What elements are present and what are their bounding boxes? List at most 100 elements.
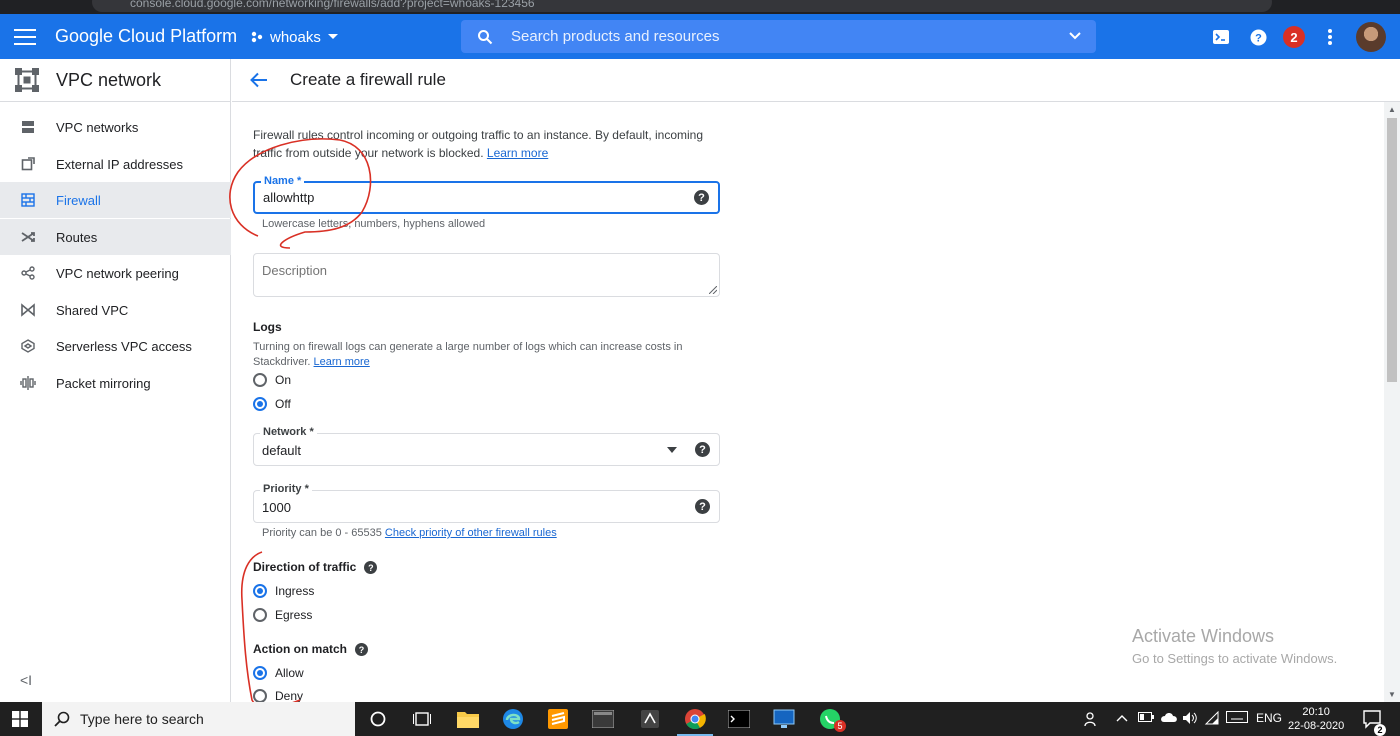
priority-help-icon[interactable]: ? <box>695 499 710 514</box>
sidebar-item-vpc-peering[interactable]: VPC network peering <box>0 255 231 291</box>
network-help-icon[interactable]: ? <box>695 442 710 457</box>
search-input[interactable] <box>511 28 1051 45</box>
name-label: Name * <box>261 175 305 187</box>
action-help-icon[interactable]: ? <box>355 643 369 657</box>
onedrive-icon[interactable] <box>1160 711 1178 726</box>
radio-circle <box>253 373 267 387</box>
allow-radio[interactable]: Allow <box>253 666 304 680</box>
direction-help-icon[interactable]: ? <box>364 561 378 575</box>
windows-start-icon[interactable] <box>12 711 28 727</box>
dark-app-icon[interactable] <box>638 708 662 730</box>
watermark-title: Activate Windows <box>1132 626 1275 646</box>
radio-circle <box>253 689 267 703</box>
edge-browser-icon[interactable] <box>501 708 525 730</box>
volume-icon[interactable] <box>1182 711 1198 728</box>
watermark-subtitle: Go to Settings to activate Windows. <box>1132 651 1338 666</box>
dropdown-arrow-icon[interactable] <box>667 447 677 453</box>
logs-heading: Logs <box>253 320 282 334</box>
command-prompt-icon[interactable] <box>727 708 751 730</box>
check-priority-link[interactable]: Check priority of other firewall rules <box>385 527 557 539</box>
taskbar-search[interactable]: Type here to search <box>42 702 355 736</box>
search-icon <box>54 711 70 727</box>
sidebar-item-routes[interactable]: Routes <box>0 219 231 255</box>
search-icon <box>478 29 493 44</box>
battery-icon[interactable] <box>1138 711 1154 725</box>
notifications-button[interactable]: 2 <box>1283 26 1305 48</box>
chrome-browser-icon[interactable] <box>677 708 713 736</box>
language-indicator[interactable]: ENG <box>1256 711 1282 725</box>
sidebar-item-label: VPC networks <box>56 119 139 135</box>
sidebar-item-label: External IP addresses <box>56 156 183 172</box>
project-dots-icon <box>251 31 263 43</box>
intro-text: Firewall rules control incoming or outgo… <box>253 126 713 162</box>
page-scrollbar[interactable]: ▲ ▼ <box>1384 102 1400 702</box>
sidebar-item-vpc-networks[interactable]: VPC networks <box>0 109 231 145</box>
activate-windows-watermark: Activate Windows Go to Settings to activ… <box>1132 626 1337 666</box>
collapse-sidebar-button[interactable]: <I <box>20 672 32 688</box>
learn-more-link[interactable]: Learn more <box>487 146 548 160</box>
clock-time: 20:10 <box>1302 706 1330 718</box>
egress-radio[interactable]: Egress <box>253 608 312 622</box>
task-view-icon[interactable] <box>410 708 434 730</box>
sidebar-item-serverless-vpc[interactable]: Serverless VPC access <box>0 328 231 364</box>
egress-label: Egress <box>275 608 313 622</box>
sidebar-item-label: Serverless VPC access <box>56 338 192 354</box>
priority-hint-text: Priority can be 0 - 65535 <box>262 527 382 539</box>
sidebar: VPC network VPC networks External IP add… <box>0 59 231 702</box>
deny-label: Deny <box>275 689 304 703</box>
network-label: Network * <box>260 426 317 438</box>
scrollbar-thumb[interactable] <box>1387 118 1397 382</box>
search-bar[interactable] <box>461 20 1096 53</box>
resize-handle-icon[interactable] <box>709 286 717 294</box>
network-value: default <box>262 443 302 458</box>
help-icon[interactable]: ? <box>1247 26 1269 48</box>
sublime-text-icon[interactable] <box>546 708 570 730</box>
network-select[interactable]: Network * default ? <box>253 426 720 466</box>
deny-radio[interactable]: Deny <box>253 689 303 703</box>
sidebar-item-label: Packet mirroring <box>56 375 151 391</box>
priority-field[interactable]: Priority * ? <box>253 483 720 523</box>
people-icon[interactable] <box>1084 711 1100 730</box>
name-input[interactable] <box>263 190 683 205</box>
keyboard-icon[interactable] <box>1226 711 1248 726</box>
wifi-icon[interactable] <box>1204 710 1220 728</box>
project-selector[interactable]: whoaks <box>250 24 339 50</box>
logs-on-label: On <box>275 373 292 387</box>
sidebar-item-firewall[interactable]: Firewall <box>0 182 231 218</box>
brand-title[interactable]: Google Cloud Platform <box>55 26 237 47</box>
file-explorer-icon[interactable] <box>456 708 480 730</box>
avatar[interactable] <box>1356 22 1386 52</box>
more-options-icon[interactable] <box>1319 26 1341 48</box>
name-field[interactable]: Name * ? <box>253 175 720 214</box>
sidebar-item-packet-mirroring[interactable]: Packet mirroring <box>0 365 231 401</box>
whatsapp-icon[interactable]: 5 <box>818 708 846 732</box>
menu-icon[interactable] <box>14 26 36 46</box>
logs-off-radio[interactable]: Off <box>253 397 291 411</box>
action-center-badge: 2 <box>1374 724 1386 736</box>
sidebar-item-external-ip[interactable]: External IP addresses <box>0 146 231 182</box>
back-arrow-icon[interactable] <box>248 69 270 91</box>
external-ip-icon <box>19 155 37 173</box>
scroll-down-icon[interactable]: ▼ <box>1388 690 1396 699</box>
cortana-icon[interactable] <box>366 708 390 730</box>
sidebar-item-shared-vpc[interactable]: Shared VPC <box>0 292 231 328</box>
ingress-radio[interactable]: Ingress <box>253 584 314 598</box>
terminal-app-icon[interactable] <box>591 708 615 730</box>
logs-on-radio[interactable]: On <box>253 373 291 387</box>
scroll-up-icon[interactable]: ▲ <box>1388 105 1396 114</box>
taskbar-clock[interactable]: 20:10 22-08-2020 <box>1288 705 1344 733</box>
radio-circle <box>253 608 267 622</box>
cloud-shell-icon[interactable] <box>1210 26 1232 48</box>
radio-circle <box>253 666 267 680</box>
priority-input[interactable] <box>262 500 682 515</box>
search-expand-icon[interactable] <box>1068 29 1082 43</box>
shared-vpc-icon <box>19 301 37 319</box>
description-field[interactable] <box>253 253 720 297</box>
description-input[interactable] <box>262 263 682 291</box>
remote-desktop-icon[interactable] <box>772 708 796 730</box>
logs-learn-more-link[interactable]: Learn more <box>314 356 370 368</box>
show-hidden-icons-icon[interactable] <box>1116 711 1128 725</box>
action-center-button[interactable]: 2 <box>1362 709 1386 736</box>
name-help-icon[interactable]: ? <box>694 190 709 205</box>
notifications-badge: 2 <box>1283 26 1305 48</box>
